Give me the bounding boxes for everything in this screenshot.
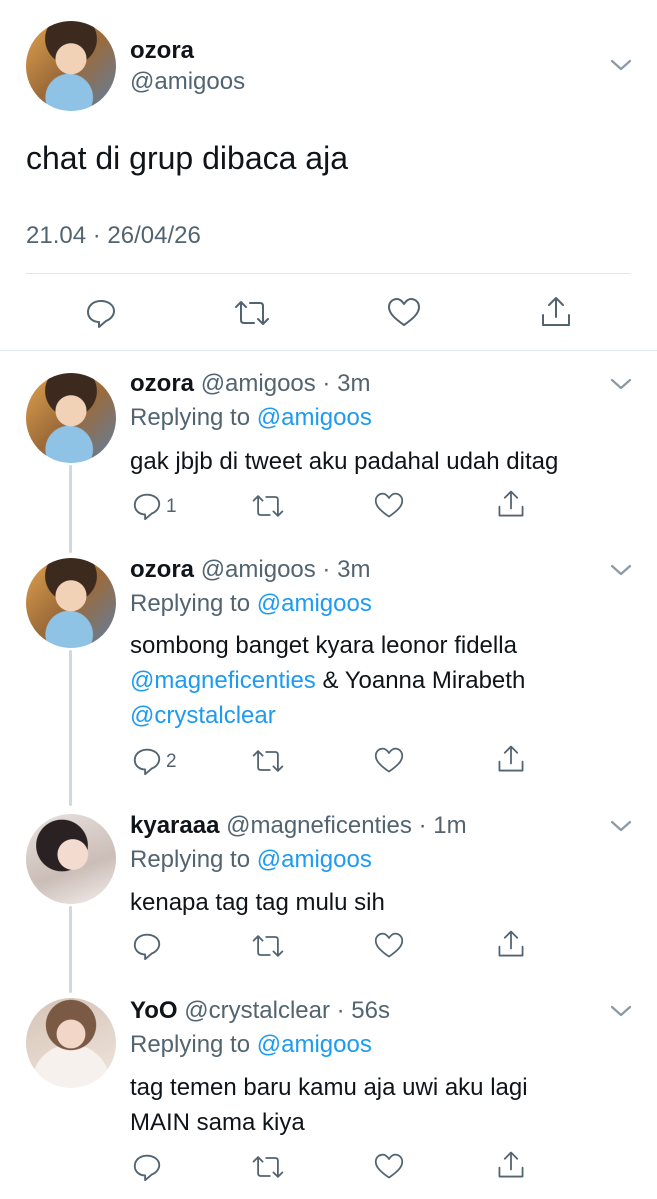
divider <box>26 273 631 274</box>
thread-line <box>69 650 72 806</box>
retweet-icon[interactable] <box>232 296 272 330</box>
author-name[interactable]: ozora <box>130 556 194 583</box>
tweet-text: chat di grup dibaca aja <box>26 140 348 176</box>
reply-header: ozora @amigoos · 3m <box>130 556 370 584</box>
replying-label: Replying to <box>130 590 251 617</box>
author-meta[interactable]: @crystalclear · 56s <box>184 997 390 1024</box>
mention-link[interactable]: @amigoos <box>257 846 372 873</box>
reply-count: 1 <box>166 496 177 517</box>
reply-header: kyaraaa @magneficenties · 1m <box>130 812 467 840</box>
tweet-timestamp[interactable]: 21.04 · 26/04/26 <box>26 222 201 250</box>
reply-text: MAIN sama kiya <box>130 1109 305 1136</box>
reply-icon[interactable] <box>84 296 118 330</box>
chevron-down-icon[interactable] <box>608 1002 634 1020</box>
share-icon[interactable] <box>538 294 574 330</box>
author-meta[interactable]: @amigoos · 3m <box>201 556 371 583</box>
chevron-down-icon[interactable] <box>608 375 634 393</box>
replying-to: Replying to @amigoos <box>130 1031 372 1059</box>
author-meta[interactable]: @magneficenties · 1m <box>226 812 466 839</box>
like-icon[interactable] <box>386 296 422 330</box>
mention-link[interactable]: @amigoos <box>257 590 372 617</box>
mention-link[interactable]: @amigoos <box>257 404 372 431</box>
replying-to: Replying to @amigoos <box>130 404 372 432</box>
avatar[interactable] <box>26 21 116 111</box>
like-icon[interactable] <box>373 491 405 521</box>
author-name[interactable]: ozora <box>130 37 194 65</box>
divider <box>0 350 657 351</box>
reply-icon[interactable] <box>131 745 163 777</box>
like-icon[interactable] <box>373 931 405 961</box>
mention-link[interactable]: @amigoos <box>257 1031 372 1058</box>
chevron-down-icon[interactable] <box>608 56 634 74</box>
reply-text: tag temen baru kamu aja uwi aku lagi <box>130 1074 528 1101</box>
retweet-icon[interactable] <box>250 1151 286 1183</box>
share-icon[interactable] <box>495 743 527 775</box>
reply-text-line: @magneficenties & Yoanna Mirabeth <box>130 663 525 698</box>
reply-text: gak jbjb di tweet aku padahal udah ditag <box>130 448 559 475</box>
reply-count: 2 <box>166 751 177 772</box>
reply-text-segment: & Yoanna Mirabeth <box>315 667 526 694</box>
chevron-down-icon[interactable] <box>608 561 634 579</box>
retweet-icon[interactable] <box>250 930 286 962</box>
replying-label: Replying to <box>130 1031 251 1058</box>
reply-text: sombong banget kyara leonor fidella <box>130 632 517 659</box>
like-icon[interactable] <box>373 1152 405 1182</box>
share-icon[interactable] <box>495 488 527 520</box>
share-icon[interactable] <box>495 1149 527 1181</box>
author-name[interactable]: kyaraaa <box>130 812 219 839</box>
replying-label: Replying to <box>130 404 251 431</box>
mention-link[interactable]: @crystalclear <box>130 698 276 733</box>
like-icon[interactable] <box>373 746 405 776</box>
avatar[interactable] <box>26 814 116 904</box>
replying-label: Replying to <box>130 846 251 873</box>
author-meta[interactable]: @amigoos · 3m <box>201 370 371 397</box>
avatar[interactable] <box>26 558 116 648</box>
reply-icon[interactable] <box>131 1151 163 1183</box>
avatar[interactable] <box>26 998 116 1088</box>
author-handle[interactable]: @amigoos <box>130 68 245 96</box>
reply-text: kenapa tag tag mulu sih <box>130 889 385 916</box>
reply-header: YoO @crystalclear · 56s <box>130 997 390 1025</box>
replying-to: Replying to @amigoos <box>130 590 372 618</box>
author-name[interactable]: ozora <box>130 370 194 397</box>
chevron-down-icon[interactable] <box>608 817 634 835</box>
reply-icon[interactable] <box>131 930 163 962</box>
retweet-icon[interactable] <box>250 745 286 777</box>
thread-line <box>69 906 72 993</box>
reply-header: ozora @amigoos · 3m <box>130 370 370 398</box>
share-icon[interactable] <box>495 928 527 960</box>
replying-to: Replying to @amigoos <box>130 846 372 874</box>
reply-icon[interactable] <box>131 490 163 522</box>
avatar[interactable] <box>26 373 116 463</box>
mention-link[interactable]: @magneficenties <box>130 667 316 694</box>
author-name[interactable]: YoO <box>130 997 178 1024</box>
thread-line <box>69 465 72 553</box>
retweet-icon[interactable] <box>250 490 286 522</box>
